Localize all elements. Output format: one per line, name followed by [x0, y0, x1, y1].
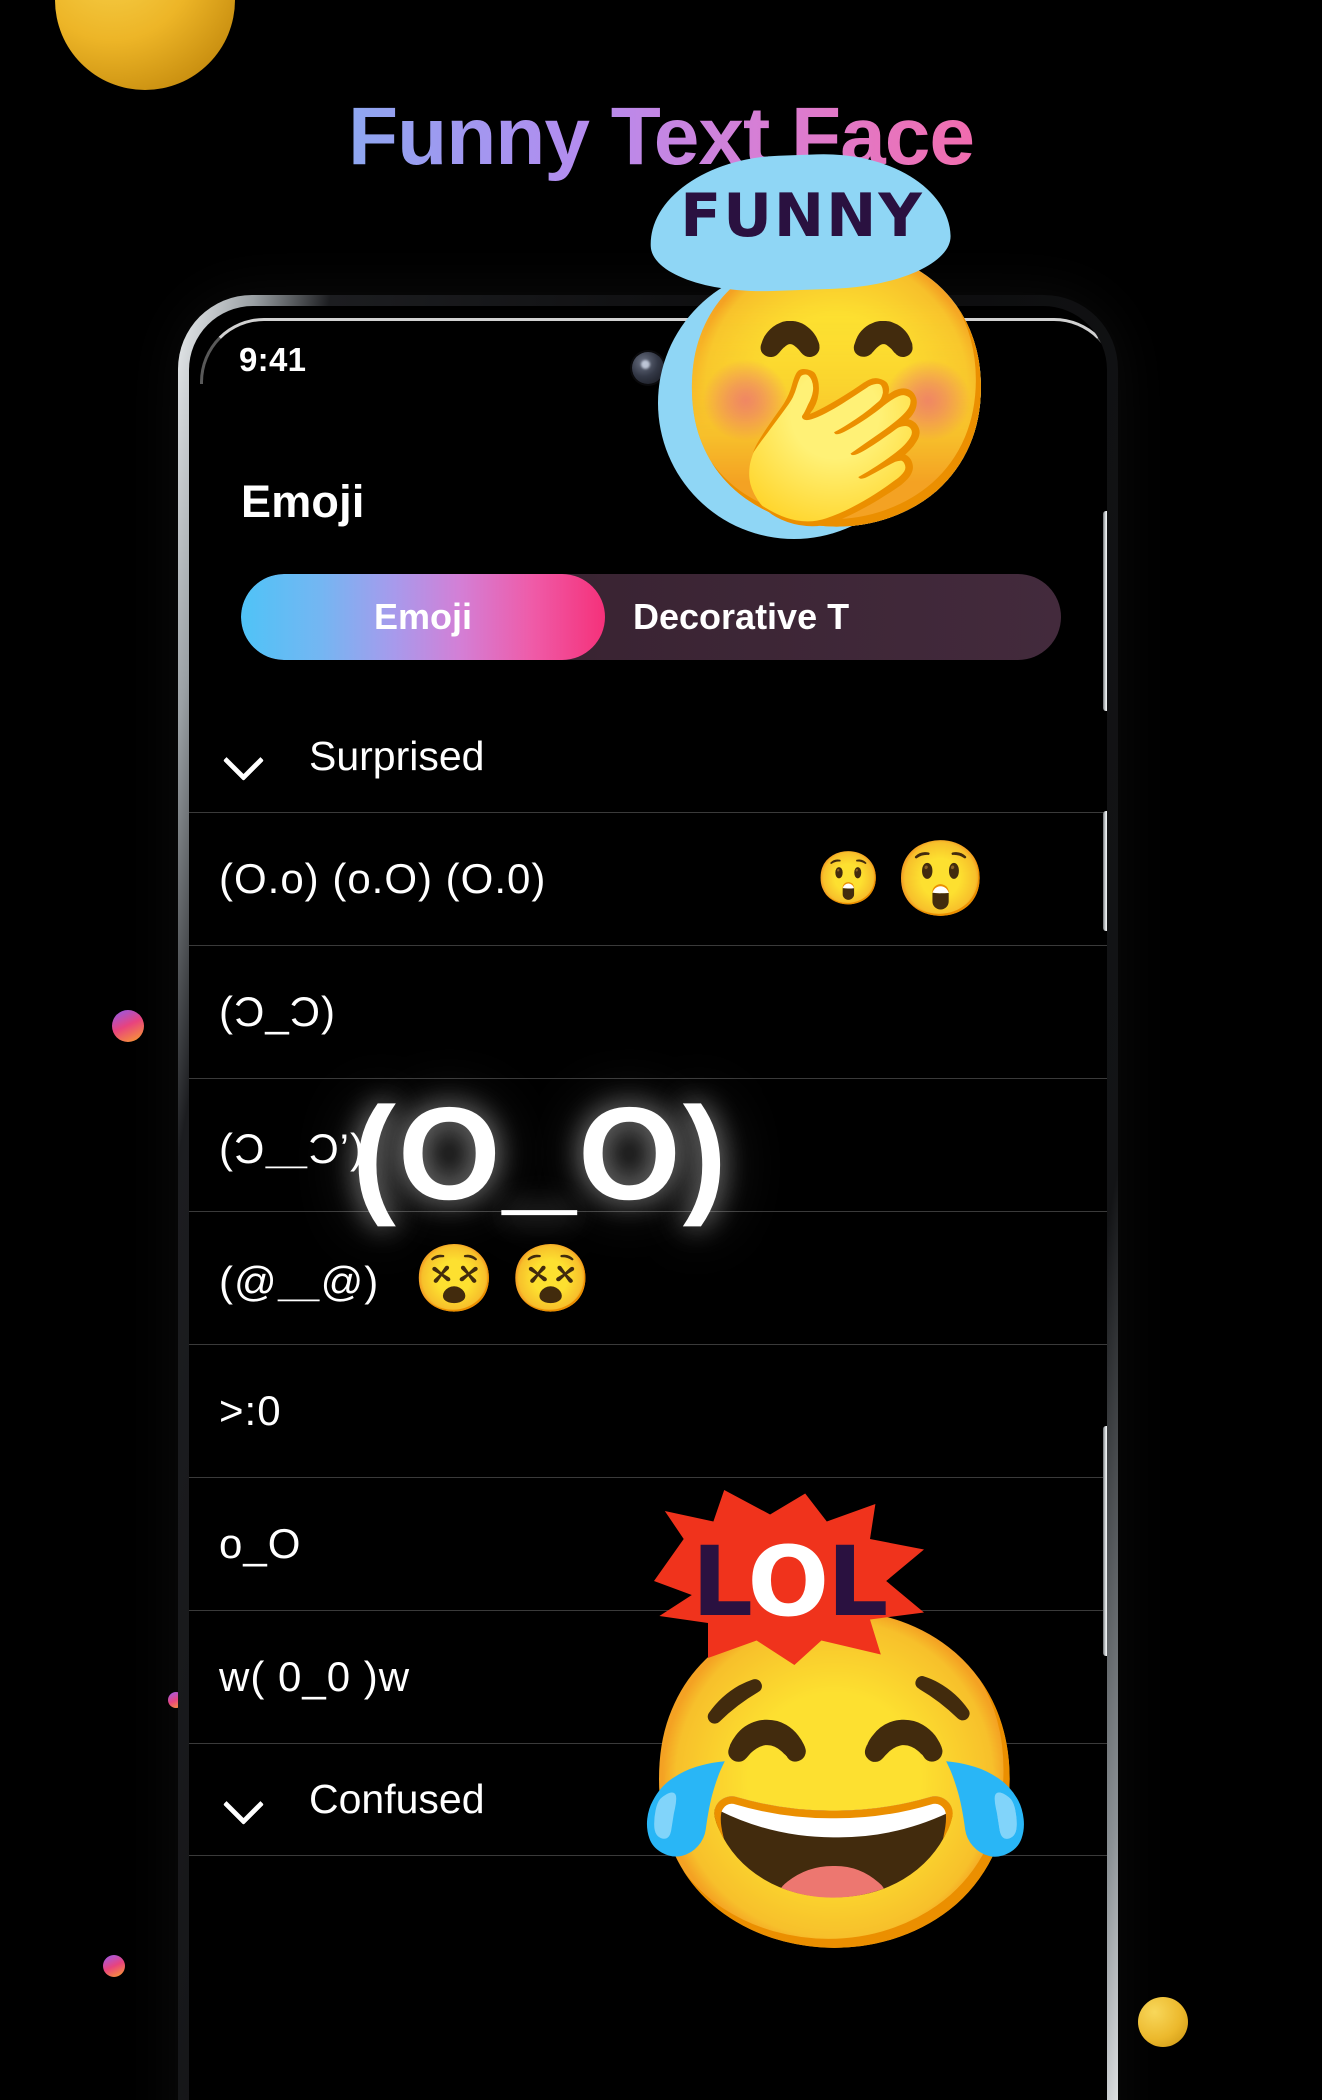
list-item[interactable]: >:0	[189, 1344, 1107, 1477]
list-item[interactable]: (O.o) (o.O) (O.0) 😲 😲	[189, 812, 1107, 945]
list-item[interactable]: (@＿@) 😵 😵	[189, 1211, 1107, 1344]
emoticon-text: (@＿@)	[219, 1257, 380, 1305]
emoji-glyph: 😵	[509, 1241, 592, 1315]
funny-sticker-face: 🤭	[668, 237, 1007, 541]
decorative-orb-gold-bottom	[1138, 1997, 1188, 2047]
tab-emoji[interactable]: Emoji	[241, 574, 605, 660]
emoji-glyph: 😲	[816, 850, 881, 908]
chevron-down-icon	[219, 732, 267, 780]
section-header-surprised[interactable]: Surprised	[189, 700, 1107, 812]
funny-sticker-word: FUNNY	[680, 181, 924, 251]
lol-letter-right: L	[827, 1526, 888, 1638]
funny-sticker: 🤭 FUNNY	[647, 149, 1007, 595]
lol-letter-left: L	[691, 1526, 750, 1638]
lol-letter-mid: O	[747, 1526, 829, 1638]
list-item[interactable]: (Ɔ＿Ɔ’)	[189, 1078, 1107, 1211]
phone-side-button	[1103, 1426, 1107, 1656]
emoji-glyph: 😲	[894, 837, 987, 920]
chevron-down-icon	[219, 1776, 267, 1824]
emoticon-text: >:0	[219, 1387, 282, 1434]
decorative-orb-gradient-3	[103, 1955, 125, 1977]
section-label: Surprised	[309, 732, 485, 779]
phone-side-button	[1103, 811, 1107, 931]
decorative-orb-gradient-1	[112, 1010, 144, 1042]
section-label: Confused	[309, 1776, 485, 1822]
lol-sticker-word: LOL	[654, 1526, 924, 1638]
emoji-preview: 😲 😲	[816, 842, 987, 916]
list-item[interactable]: (Ɔ_Ɔ)	[189, 945, 1107, 1078]
emoji-preview: 😵 😵	[413, 1245, 591, 1311]
emoticon-text: w( 0_0 )w	[219, 1653, 411, 1700]
emoticon-text: o_O	[219, 1520, 302, 1567]
emoticon-text: (Ɔ＿Ɔ’)	[219, 1124, 365, 1172]
phone-side-button	[1103, 511, 1107, 711]
status-bar-time: 9:41	[239, 341, 307, 378]
emoticon-text: (Ɔ_Ɔ)	[219, 988, 336, 1035]
emoji-glyph: 😵	[413, 1241, 496, 1315]
page-root: Funny Text Face 9:41 Emoji Emoji Decorat…	[0, 0, 1322, 2100]
lol-sticker-face: 😂	[630, 1596, 1041, 1965]
decorative-orb-gold-top	[55, 0, 235, 90]
lol-sticker: 😂 LOL	[602, 1490, 1041, 1990]
emoticon-text: (O.o) (o.O) (O.0)	[219, 855, 547, 902]
